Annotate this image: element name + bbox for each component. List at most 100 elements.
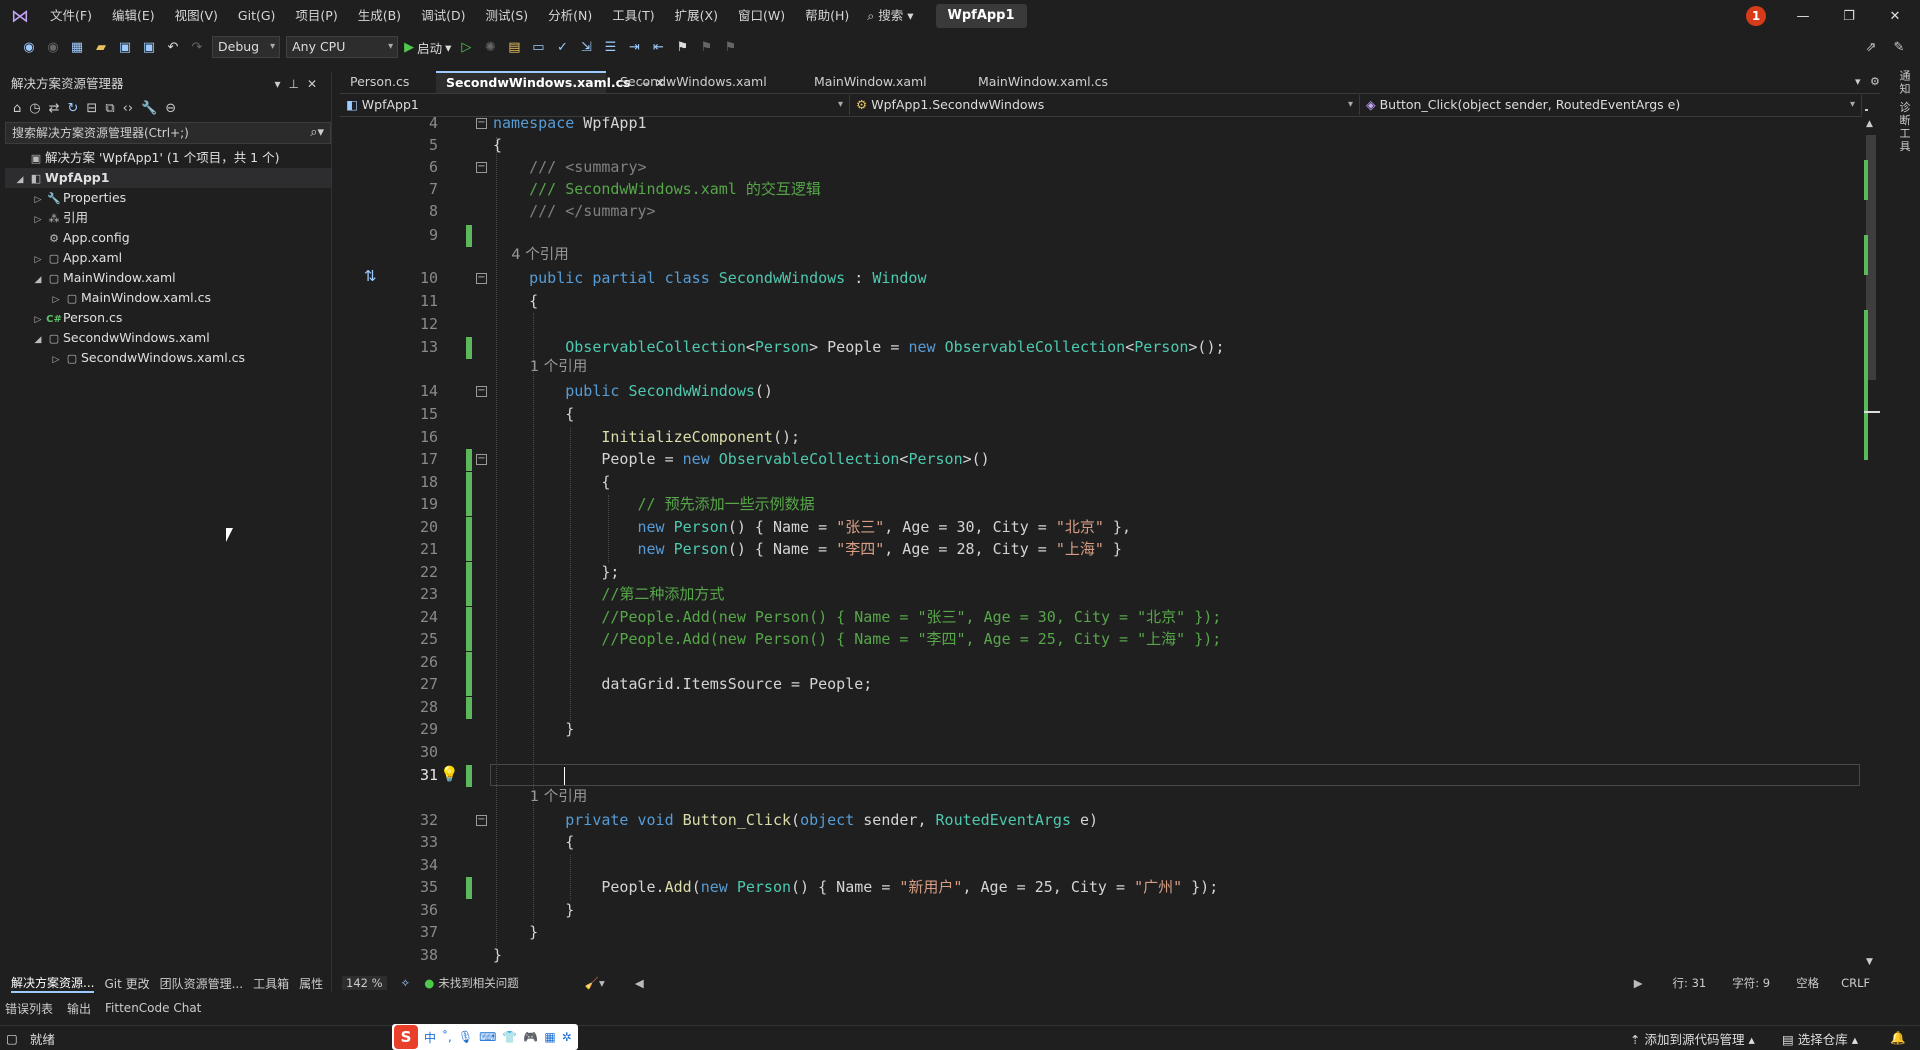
outdent-icon[interactable]: ⇤: [649, 38, 667, 56]
menu-item[interactable]: 分析(N): [538, 0, 602, 32]
expand-arrow-icon[interactable]: ▷: [31, 190, 45, 210]
code-line[interactable]: 24 //People.Add(new Person() { Name = "张…: [340, 607, 1862, 629]
start-debugging-button[interactable]: ▶ 启动 ▾: [404, 38, 451, 57]
fold-toggle-icon[interactable]: −: [476, 454, 487, 465]
panel-window-controls[interactable]: ▾⊥✕: [274, 72, 325, 96]
code-line[interactable]: 10 − public partial class SecondwWindows …: [340, 268, 1862, 288]
code-line[interactable]: 37 }: [340, 922, 1862, 942]
menu-item[interactable]: 工具(T): [602, 0, 664, 32]
code-line[interactable]: 17 − People = new ObservableCollection<Pe…: [340, 449, 1862, 471]
redo-icon[interactable]: ↷: [188, 38, 206, 56]
menu-item[interactable]: 编辑(E): [102, 0, 165, 32]
code-editor[interactable]: ⇅ 💡 4− namespace WpfApp1 5{6− /// <summary…: [340, 117, 1862, 969]
ime-punct-icon[interactable]: ˚,: [442, 1030, 452, 1044]
collapse-all-icon[interactable]: ⊟: [86, 101, 97, 116]
whitespace-indicator[interactable]: 空格: [1796, 975, 1819, 991]
scroll-down-icon[interactable]: ▼: [1866, 957, 1876, 969]
scroll-left-icon[interactable]: ◀: [635, 976, 644, 990]
expand-arrow-icon[interactable]: ▷: [49, 290, 63, 310]
refresh-icon[interactable]: ↻: [68, 101, 79, 116]
format-icon[interactable]: ☰: [601, 38, 619, 56]
bookmark-icon[interactable]: ⚑: [673, 38, 691, 56]
menu-item[interactable]: 视图(V): [165, 0, 228, 32]
code-cleanup-icon[interactable]: 🧹▾: [585, 976, 605, 990]
eol-indicator[interactable]: CRLF: [1841, 976, 1870, 990]
tree-item[interactable]: ◢ ▢ MainWindow.xaml: [5, 268, 331, 288]
next-bookmark-icon[interactable]: ⚑: [721, 38, 739, 56]
code-line[interactable]: 9: [340, 225, 1862, 247]
sync-icon[interactable]: ⇄: [49, 101, 60, 116]
restore-icon[interactable]: ❐: [1826, 0, 1872, 32]
code-line[interactable]: 31: [340, 765, 1862, 787]
code-line[interactable]: 30: [340, 742, 1862, 762]
code-line[interactable]: 4 个引用: [340, 245, 1862, 265]
expand-arrow-icon[interactable]: ▷: [49, 350, 63, 370]
show-all-files-icon[interactable]: ⧉: [105, 101, 114, 116]
notifications-tab[interactable]: 通知: [1898, 70, 1911, 96]
menu-item[interactable]: 调试(D): [411, 0, 475, 32]
expand-arrow-icon[interactable]: ▷: [31, 210, 45, 230]
code-line[interactable]: 35 People.Add(new Person() { Name = "新用户…: [340, 877, 1862, 899]
add-source-control-button[interactable]: ⇡ 添加到源代码管理 ▴: [1630, 1029, 1755, 1048]
preview-icon[interactable]: ⊖: [165, 101, 176, 116]
expand-arrow-icon[interactable]: ◢: [31, 270, 45, 290]
fold-toggle-icon[interactable]: −: [476, 162, 487, 173]
code-line[interactable]: 36 }: [340, 900, 1862, 920]
search-icon[interactable]: ⌕▾: [310, 123, 324, 143]
ime-mode[interactable]: 中: [424, 1029, 436, 1046]
menu-item[interactable]: 文件(F): [40, 0, 102, 32]
document-tab[interactable]: Person.cs: [340, 71, 432, 93]
ime-toolbox-icon[interactable]: ▦: [544, 1030, 555, 1044]
line-indicator[interactable]: 行: 31: [1673, 975, 1707, 991]
code-line[interactable]: 5{: [340, 135, 1862, 155]
tab-settings-icon[interactable]: ⚙: [1870, 75, 1880, 88]
hot-reload-icon[interactable]: ✺: [481, 38, 499, 56]
spell-check-icon[interactable]: ✓: [553, 38, 571, 56]
scroll-up-icon[interactable]: ▲: [1866, 119, 1876, 131]
menu-item[interactable]: Git(G): [228, 0, 286, 32]
project-dropdown[interactable]: ◧ WpfApp1: [340, 95, 850, 115]
tool-window-tab[interactable]: 属性: [299, 975, 323, 992]
right-tool-strip[interactable]: 通知 诊断工具: [1888, 70, 1912, 170]
menu-item[interactable]: 帮助(H): [795, 0, 859, 32]
live-share-icon[interactable]: ⇗: [1862, 38, 1880, 56]
codelens-reference-count[interactable]: 1 个引用: [493, 787, 587, 807]
tree-item[interactable]: ◢ ▢ SecondwWindows.xaml: [5, 328, 331, 348]
ime-skin-icon[interactable]: 👕: [502, 1030, 517, 1044]
tree-item[interactable]: ▷ ▢ SecondwWindows.xaml.cs: [5, 348, 331, 368]
minimize-icon[interactable]: —: [1780, 0, 1826, 32]
tab-list-dropdown-icon[interactable]: ▾: [1855, 75, 1861, 88]
menu-item[interactable]: 生成(B): [348, 0, 411, 32]
tree-item[interactable]: ▷ ▢ MainWindow.xaml.cs: [5, 288, 331, 308]
visual-studio-logo-icon[interactable]: ⋈: [0, 0, 40, 32]
tree-item[interactable]: ◢ ◧ WpfApp1: [5, 168, 331, 188]
bottom-panel-tab[interactable]: FittenCode Chat: [105, 1001, 201, 1015]
menu-item[interactable]: 项目(P): [285, 0, 347, 32]
fold-toggle-icon[interactable]: −: [476, 118, 487, 129]
code-line[interactable]: 18 {: [340, 472, 1862, 494]
code-line[interactable]: 4 − namespace WpfApp1: [340, 117, 1862, 133]
solution-platform-select[interactable]: Any CPU: [286, 36, 399, 58]
tool-window-tab[interactable]: 团队资源管理...: [160, 975, 243, 992]
code-line[interactable]: 20 new Person() { Name = "张三", Age = 30,…: [340, 517, 1862, 539]
history-icon[interactable]: ◷: [29, 101, 40, 116]
code-line[interactable]: 13 ObservableCollection<Person> People =…: [340, 337, 1862, 359]
open-folder-icon[interactable]: ▰: [92, 38, 110, 56]
home-icon[interactable]: ⌂: [13, 101, 21, 116]
bottom-panel-tab[interactable]: 错误列表: [5, 1000, 53, 1017]
feedback-icon[interactable]: ✎: [1890, 38, 1908, 56]
tool-window-tab[interactable]: 解决方案资源...: [11, 974, 95, 993]
code-line[interactable]: 32 − private void Button_Click(object sen…: [340, 810, 1862, 830]
code-line[interactable]: 26: [340, 652, 1862, 674]
issues-status[interactable]: 未找到相关问题: [438, 975, 519, 991]
code-line[interactable]: 38}: [340, 945, 1862, 965]
document-tab[interactable]: SecondwWindows.xaml: [610, 71, 800, 93]
document-tab[interactable]: SecondwWindows.xaml.cs ⊸ ✕: [436, 71, 665, 93]
expand-arrow-icon[interactable]: ▷: [31, 250, 45, 270]
document-tab[interactable]: MainWindow.xaml: [804, 71, 964, 93]
notification-badge[interactable]: 1: [1746, 6, 1766, 26]
code-line[interactable]: 33 {: [340, 832, 1862, 852]
select-repo-button[interactable]: ▤ 选择仓库 ▴: [1782, 1029, 1858, 1048]
back-icon[interactable]: ◉: [20, 38, 38, 56]
type-dropdown[interactable]: ⚙ WpfApp1.SecondwWindows: [850, 95, 1360, 115]
